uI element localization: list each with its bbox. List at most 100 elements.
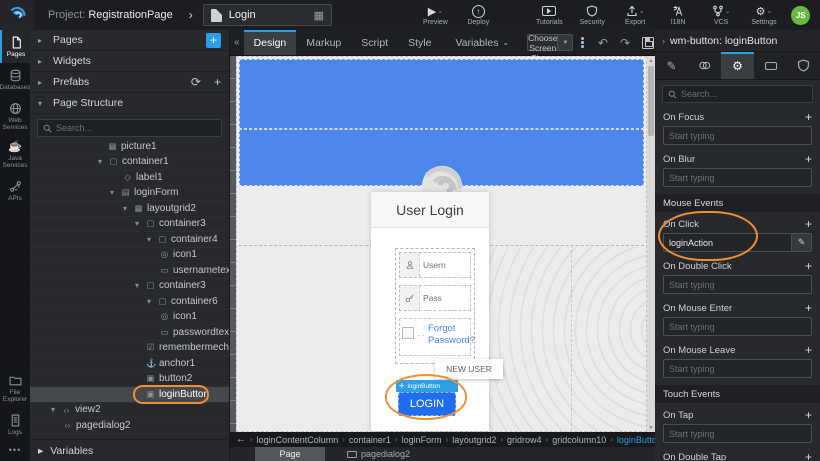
tab-mobile[interactable] <box>754 52 787 79</box>
add-prefab-button[interactable] <box>214 75 221 89</box>
add-action-button[interactable] <box>805 343 812 357</box>
username-row[interactable] <box>399 252 471 278</box>
add-action-button[interactable] <box>805 259 812 273</box>
rail-item-java-services[interactable]: Java Services <box>0 136 30 174</box>
chevron-right-icon[interactable] <box>38 57 46 66</box>
add-action-button[interactable] <box>805 408 812 422</box>
chevron-right-icon[interactable] <box>38 78 46 87</box>
structure-search[interactable] <box>37 119 222 137</box>
deploy-button[interactable]: ↑ Deploy <box>457 0 500 30</box>
password-input[interactable] <box>420 286 470 310</box>
tree-item-icon1b[interactable]: icon1 <box>30 310 229 326</box>
wavemaker-logo[interactable] <box>0 0 34 30</box>
preview-button[interactable]: Preview <box>414 0 457 30</box>
more-icon[interactable] <box>0 441 30 461</box>
add-page-button[interactable]: + <box>206 33 221 48</box>
tab-variables[interactable]: Variables <box>441 30 519 55</box>
on-tap-input[interactable] <box>664 425 811 442</box>
save-button[interactable] <box>642 37 654 49</box>
chevron-down-icon[interactable] <box>639 7 645 15</box>
breadcrumb-item[interactable]: container1 <box>349 435 391 445</box>
tree-item-container1[interactable]: container1 <box>30 155 229 171</box>
events-search[interactable] <box>662 85 813 103</box>
chevron-down-icon[interactable] <box>147 235 154 244</box>
on-double-click-input[interactable] <box>664 276 811 293</box>
header-band-top[interactable] <box>239 59 644 129</box>
chevron-down-icon[interactable] <box>766 7 772 15</box>
scroll-up-icon[interactable] <box>647 56 655 65</box>
add-action-button[interactable] <box>805 450 812 461</box>
section-widgets[interactable]: Widgets <box>30 51 229 72</box>
remember-forgot-row[interactable]: Forgot Password? <box>399 318 471 356</box>
selected-widget-tag[interactable]: loginButton <box>396 380 458 392</box>
tab-security[interactable] <box>787 52 820 79</box>
vcs-button[interactable]: VCS <box>700 0 743 30</box>
add-action-button[interactable] <box>805 301 812 315</box>
breadcrumb-item[interactable]: gridcolumn10 <box>552 435 606 445</box>
tree-item-loginform[interactable]: loginForm <box>30 186 229 202</box>
i18n-button[interactable]: I18N <box>657 0 700 30</box>
tab-pagedialog2[interactable]: pagedialog2 <box>347 449 410 459</box>
tree-item-layoutgrid2[interactable]: layoutgrid2 <box>30 201 229 217</box>
tree-item-anchor1[interactable]: anchor1 <box>30 356 229 372</box>
chevron-down-icon[interactable] <box>725 7 731 15</box>
export-button[interactable]: Export <box>614 0 657 30</box>
breadcrumb-item[interactable]: loginContentColumn <box>257 435 339 445</box>
chevron-down-icon[interactable] <box>51 405 58 414</box>
tree-item-label1[interactable]: label1 <box>30 170 229 186</box>
security-button[interactable]: Security <box>571 0 614 30</box>
tab-events[interactable] <box>721 52 754 79</box>
tree-item-container4[interactable]: container4 <box>30 232 229 248</box>
collapse-panel-icon[interactable] <box>662 36 665 46</box>
tab-styles[interactable] <box>688 52 721 79</box>
events-search-input[interactable] <box>681 89 807 99</box>
tree-item-container3b[interactable]: container3 <box>30 279 229 295</box>
undo-button[interactable] <box>592 36 614 50</box>
chevron-down-icon[interactable] <box>135 281 142 290</box>
breadcrumb-item[interactable]: layoutgrid2 <box>452 435 496 445</box>
breadcrumb-item[interactable]: loginForm <box>402 435 442 445</box>
tree-item-view2[interactable]: view2 <box>30 403 229 419</box>
open-page-tab[interactable]: Login <box>203 4 332 26</box>
chevron-right-icon[interactable] <box>38 36 46 45</box>
on-blur-input[interactable] <box>664 169 811 186</box>
login-button-widget[interactable]: LOGIN <box>398 392 456 416</box>
breadcrumb-item[interactable]: gridrow4 <box>507 435 542 445</box>
tree-item-pagedialog2[interactable]: pagedialog2 <box>30 418 229 434</box>
section-prefabs[interactable]: Prefabs <box>30 72 229 93</box>
collapse-left-icon[interactable] <box>230 37 244 48</box>
on-focus-input[interactable] <box>664 127 811 144</box>
settings-button[interactable]: Settings <box>743 0 786 30</box>
page-preview[interactable]: User Login Forgot Pa <box>236 56 647 432</box>
chevron-down-icon[interactable] <box>135 219 142 228</box>
chevron-down-icon[interactable] <box>98 157 105 166</box>
back-icon[interactable] <box>236 434 246 445</box>
screen-size-dropdown[interactable]: – Choose Screen Size – <box>527 34 573 51</box>
grid-icon[interactable] <box>314 9 324 22</box>
redo-button[interactable] <box>614 36 636 50</box>
tree-item-usernametext[interactable]: usernametext <box>30 263 229 279</box>
rail-item-apis[interactable]: APIs <box>0 174 30 207</box>
new-user-link[interactable]: NEW USER <box>435 359 503 379</box>
on-click-input[interactable] <box>664 234 791 251</box>
tree-item-container3[interactable]: container3 <box>30 217 229 233</box>
chevron-down-icon[interactable] <box>437 7 443 15</box>
tab-style[interactable]: Style <box>398 30 441 55</box>
rail-item-file-explorer[interactable]: File Explorer <box>0 368 30 408</box>
tree-item-icon1[interactable]: icon1 <box>30 248 229 264</box>
section-variables[interactable]: Variables <box>30 439 229 461</box>
section-page-structure[interactable]: Page Structure <box>30 93 229 114</box>
tab-design[interactable]: Design <box>244 30 297 55</box>
tutorials-button[interactable]: Tutorials <box>528 0 571 30</box>
chevron-down-icon[interactable] <box>123 204 130 213</box>
on-mouse-leave-input[interactable] <box>664 360 811 377</box>
add-action-button[interactable] <box>805 217 812 231</box>
rail-item-web-services[interactable]: Web Services <box>0 96 30 136</box>
tree-item-remembermecheck[interactable]: remembermecheck <box>30 341 229 357</box>
rail-item-logs[interactable]: Logs <box>0 408 30 441</box>
tree-item-picture1[interactable]: picture1 <box>30 139 229 155</box>
tree-item-loginbutton-selected[interactable]: loginButton <box>30 387 229 403</box>
password-row[interactable] <box>399 285 471 311</box>
tree-item-button2[interactable]: button2 <box>30 372 229 388</box>
canvas-scrollbar[interactable] <box>647 56 655 432</box>
